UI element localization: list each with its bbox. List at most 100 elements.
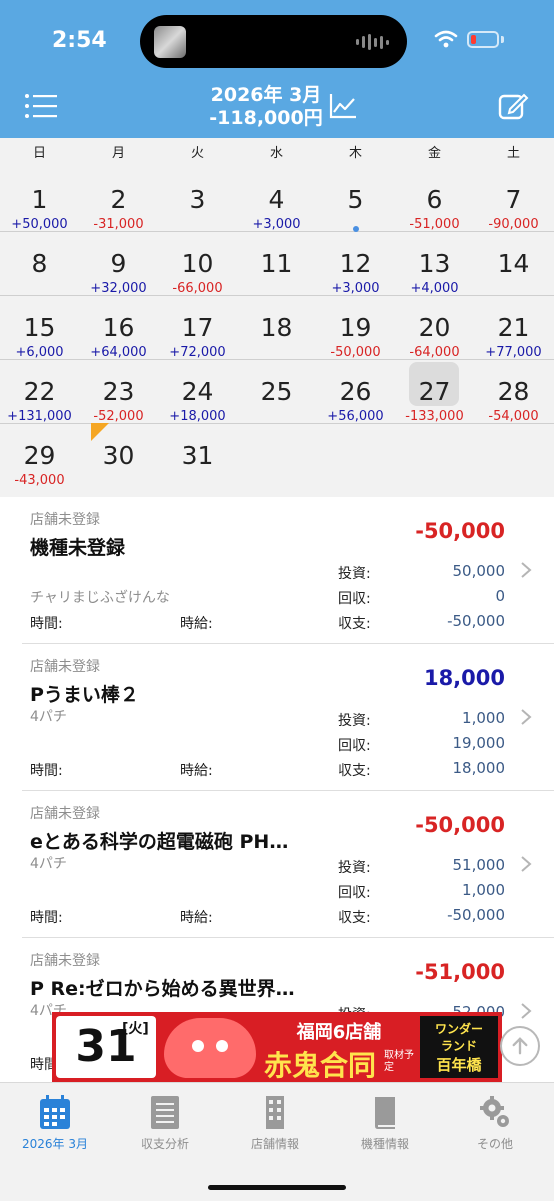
- calendar-day-3[interactable]: 3: [158, 167, 237, 231]
- day-amount: +3,000: [331, 281, 380, 296]
- calendar-day-21[interactable]: 21 +77,000: [474, 295, 553, 360]
- calendar-day-10[interactable]: 10 -66,000: [158, 231, 237, 296]
- invest-value: 1,000: [462, 709, 505, 727]
- shop-name: 店舗未登録: [30, 659, 100, 675]
- calendar-day-14[interactable]: 14: [474, 231, 553, 295]
- balance-value: 18,000: [452, 759, 506, 777]
- tab-calendar-label: 2026年 3月: [22, 1137, 88, 1151]
- calendar-day-20[interactable]: 20 -64,000: [395, 295, 474, 360]
- collect-value: 19,000: [452, 734, 506, 752]
- menu-list-icon[interactable]: [24, 92, 58, 120]
- status-time: 2:54: [52, 28, 107, 53]
- day-amount: +64,000: [90, 345, 147, 360]
- entry-total: -51,000: [415, 960, 505, 984]
- day-amount: -54,000: [488, 409, 539, 424]
- calendar-day-19[interactable]: 19 -50,000: [316, 295, 395, 360]
- day-number: 20: [418, 313, 451, 342]
- day-number: 29: [23, 441, 56, 470]
- wage-label: 時給:: [180, 910, 213, 926]
- calendar-day-5[interactable]: 5: [316, 167, 395, 231]
- calendar-day-7[interactable]: 7 -90,000: [474, 167, 553, 232]
- entry-row[interactable]: 店舗未登録 eとある科学の超電磁砲 PH… -50,000 4パチ 投資: 51…: [0, 791, 554, 938]
- calendar-day-15[interactable]: 15 +6,000: [0, 295, 79, 360]
- ad-store-logo: ワンダー ランド 百年橋: [420, 1016, 498, 1078]
- day-number: 9: [110, 249, 127, 278]
- balance-value: -50,000: [447, 612, 505, 630]
- gear-icon: [480, 1096, 509, 1127]
- collect-value: 1,000: [462, 881, 505, 899]
- calendar-day-25[interactable]: 25: [237, 359, 316, 423]
- day-number: 24: [181, 377, 214, 406]
- calendar-day-16[interactable]: 16 +64,000: [79, 295, 158, 360]
- day-amount: +77,000: [485, 345, 542, 360]
- calendar-icon: [40, 1095, 70, 1129]
- weekday-sun: 日: [32, 146, 46, 161]
- calendar-day-24[interactable]: 24 +18,000: [158, 359, 237, 424]
- day-number: 16: [102, 313, 135, 342]
- calendar-grid: 1 +50,000 2 -31,000 3 4 +3,000 5 6 -51,000 7 -90,00…: [0, 162, 554, 497]
- day-number: 26: [339, 377, 372, 406]
- scroll-top-icon[interactable]: [500, 1026, 540, 1066]
- day-amount: +56,000: [327, 409, 384, 424]
- calendar-day-13[interactable]: 13 +4,000: [395, 231, 474, 296]
- now-playing-artwork: [154, 26, 186, 58]
- calendar-day-9[interactable]: 9 +32,000: [79, 231, 158, 296]
- tab-store-label: 店舗情報: [250, 1137, 299, 1151]
- day-number: 11: [260, 249, 293, 278]
- calendar-day-6[interactable]: 6 -51,000: [395, 167, 474, 232]
- calendar-day-29[interactable]: 29 -43,000: [0, 423, 79, 488]
- compose-icon[interactable]: [497, 90, 529, 122]
- machine-name: 機種未登録: [30, 537, 126, 559]
- day-number: 30: [102, 441, 135, 470]
- calendar-day-8[interactable]: 8: [0, 231, 79, 295]
- chevron-right-icon: [521, 709, 532, 725]
- tab-machine-label: 機種情報: [360, 1137, 409, 1151]
- shop-name: 店舗未登録: [30, 953, 100, 969]
- month-title[interactable]: 2026年 3月 -118,000円: [200, 84, 332, 130]
- tab-store[interactable]: 店舗情報: [220, 1083, 330, 1163]
- time-label: 時間:: [30, 763, 63, 779]
- ad-banner[interactable]: 31日 [火] 福岡6店舗 赤鬼合同 取材予定 ワンダー ランド 百年橋: [52, 1012, 502, 1082]
- calendar-day-22[interactable]: 22 +131,000: [0, 359, 79, 424]
- invest-value: 51,000: [452, 856, 506, 874]
- ad-title: 赤鬼合同: [264, 1049, 377, 1082]
- shop-name: 店舗未登録: [30, 806, 100, 822]
- day-amount: -50,000: [330, 345, 381, 360]
- invest-label: 投資:: [338, 860, 371, 876]
- calendar-day-17[interactable]: 17 +72,000: [158, 295, 237, 360]
- day-number: 23: [102, 377, 135, 406]
- calendar-day-31[interactable]: 31: [158, 423, 237, 487]
- day-number: 17: [181, 313, 214, 342]
- calendar-day-28[interactable]: 28 -54,000: [474, 359, 553, 424]
- calendar-day-30[interactable]: 30: [79, 423, 158, 487]
- calendar-day-12[interactable]: 12 +3,000: [316, 226, 395, 296]
- calendar-day-26[interactable]: 26 +56,000: [316, 359, 395, 424]
- day-number: 2: [110, 185, 127, 214]
- calendar-day-4[interactable]: 4 +3,000: [237, 167, 316, 232]
- calendar-day-23[interactable]: 23 -52,000: [79, 359, 158, 424]
- chevron-right-icon: [521, 856, 532, 872]
- tab-analysis[interactable]: 収支分析: [110, 1083, 220, 1163]
- calendar-day-18[interactable]: 18: [237, 295, 316, 359]
- invest-label: 投資:: [338, 713, 371, 729]
- calendar-day-2[interactable]: 2 -31,000: [79, 167, 158, 232]
- wage-label: 時給:: [180, 763, 213, 779]
- dynamic-island: [140, 15, 407, 68]
- balance-label: 収支:: [338, 910, 371, 926]
- ad-store-line3: 百年橋: [436, 1056, 482, 1074]
- tab-analysis-label: 収支分析: [140, 1137, 189, 1151]
- calendar-day-11[interactable]: 11: [237, 231, 316, 295]
- balance-label: 収支:: [338, 763, 371, 779]
- calendar-day-1[interactable]: 1 +50,000: [0, 167, 79, 232]
- day-amount: +3,000: [252, 217, 301, 232]
- chart-line-icon[interactable]: [328, 92, 358, 120]
- tab-calendar[interactable]: 2026年 3月: [0, 1083, 110, 1163]
- day-amount: -133,000: [405, 409, 464, 424]
- entry-row[interactable]: 店舗未登録 Pうまい棒２ 18,000 4パチ 投資: 1,000 回収: 19…: [0, 644, 554, 791]
- tab-other[interactable]: その他: [440, 1083, 550, 1163]
- tab-machine[interactable]: 機種情報: [330, 1083, 440, 1163]
- day-number: 13: [418, 249, 451, 278]
- day-number: 22: [23, 377, 56, 406]
- calendar-day-27[interactable]: 27 -133,000: [395, 359, 474, 424]
- entry-row[interactable]: 店舗未登録 機種未登録 -50,000 チャリまじふざけんな 投資: 50,00…: [0, 497, 554, 644]
